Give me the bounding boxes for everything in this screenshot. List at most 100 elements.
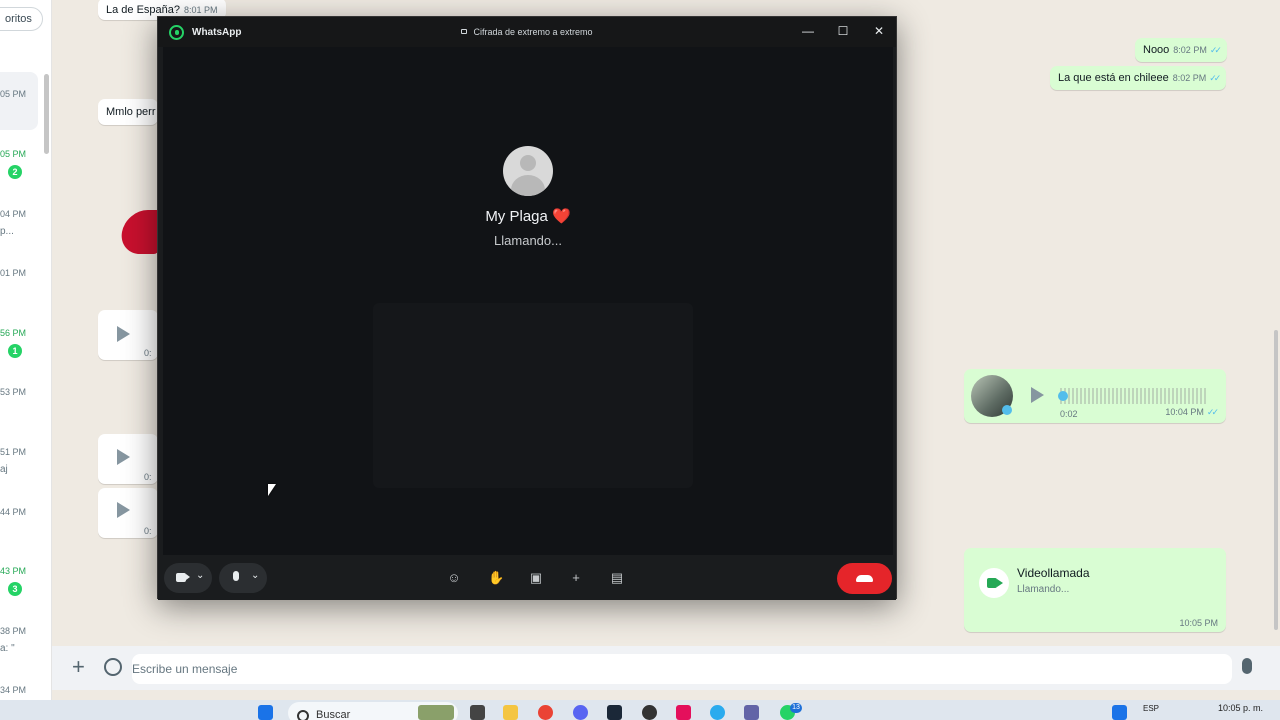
close-icon[interactable]: ✕ — [869, 21, 889, 41]
call-controls: ⌄ ⌄ ☺ ✋ ▣ + ▤ — [158, 557, 896, 600]
voice-waveform[interactable] — [1060, 388, 1208, 404]
incoming-audio-message[interactable]: 0: — [98, 434, 158, 484]
read-ticks-icon: ✓✓ — [1206, 407, 1219, 417]
camera-toggle-button[interactable]: ⌄ — [164, 563, 212, 593]
favorites-label: oritos — [5, 13, 32, 25]
message-text: La que está en chileee — [1058, 72, 1169, 84]
message-input[interactable]: Escribe un mensaje — [132, 654, 1232, 684]
message-time: 8:02 PM — [1172, 73, 1207, 83]
contact-avatar — [503, 146, 553, 196]
video-call-message[interactable]: Videollamada Llamando... 10:05 PM — [964, 548, 1226, 632]
discord-icon[interactable] — [573, 705, 588, 720]
call-status: Llamando... — [494, 233, 562, 248]
chevron-down-icon[interactable]: ⌄ — [196, 570, 204, 581]
chat-time: 51 PM — [0, 447, 27, 457]
chat-snippet: aj — [0, 464, 8, 475]
voice-record-icon[interactable] — [1242, 658, 1252, 674]
chat-time: 38 PM — [0, 626, 27, 636]
play-icon[interactable] — [117, 326, 130, 342]
incoming-message[interactable]: Mmlo perr — [98, 99, 158, 125]
outgoing-message[interactable]: La que está en chileee 8:02 PM ✓✓ — [1050, 66, 1227, 90]
mic-icon — [1002, 405, 1012, 415]
unread-badge: 3 — [8, 582, 22, 596]
favorites-filter[interactable]: oritos — [0, 7, 43, 31]
windows-taskbar: Buscar 13 ESP 10:05 p. m. — [0, 700, 1280, 720]
teams-icon[interactable] — [744, 705, 759, 720]
self-video-placeholder — [373, 303, 693, 488]
read-ticks-icon: ✓✓ — [1209, 73, 1221, 83]
audio-duration: 0: — [144, 526, 152, 536]
chat-time: 53 PM — [0, 387, 27, 397]
audio-duration: 0: — [144, 348, 152, 358]
message-text: Nooo — [1143, 44, 1170, 56]
chat-time: 05 PM — [0, 149, 27, 159]
chat-time: 34 PM — [0, 685, 27, 695]
maximize-icon[interactable]: ☐ — [833, 21, 853, 41]
end-call-button[interactable] — [837, 563, 892, 594]
keyboard-language[interactable]: ESP — [1143, 704, 1159, 713]
mic-toggle-button[interactable]: ⌄ — [219, 563, 267, 593]
chat-snippet: p... — [0, 226, 14, 237]
telegram-icon[interactable] — [710, 705, 725, 720]
reaction-emoji-icon[interactable]: ☺ — [447, 571, 461, 585]
file-explorer-icon[interactable] — [503, 705, 518, 720]
tiktok-icon[interactable] — [676, 705, 691, 720]
unread-badge: 1 — [8, 344, 22, 358]
mouse-cursor-icon — [268, 484, 276, 496]
voice-typing-icon[interactable] — [1112, 705, 1127, 720]
message-time: 8:01 PM — [184, 5, 218, 15]
chevron-down-icon[interactable]: ⌄ — [251, 570, 259, 581]
play-icon[interactable] — [117, 502, 130, 518]
camera-icon — [176, 573, 190, 582]
incoming-audio-message[interactable]: 0: — [98, 488, 158, 538]
call-window-titlebar[interactable]: WhatsApp Cifrada de extremo a extremo — … — [158, 17, 896, 47]
incoming-audio-message[interactable]: 0: — [98, 310, 158, 360]
message-time: 10:05 PM — [1179, 618, 1218, 628]
chrome-icon[interactable] — [538, 705, 553, 720]
message-input-placeholder: Escribe un mensaje — [132, 662, 238, 676]
steam-icon[interactable] — [607, 705, 622, 720]
unread-badge: 2 — [8, 165, 22, 179]
call-stage — [163, 47, 893, 555]
play-icon[interactable] — [117, 449, 130, 465]
chat-list: oritos 05 PM 05 PM 2 04 PM p... 01 PM 56… — [0, 0, 52, 700]
contact-name: My Plaga ❤️ — [485, 208, 571, 225]
task-view-icon[interactable] — [470, 705, 485, 720]
minimize-icon[interactable]: — — [798, 21, 818, 41]
video-call-title: Videollamada — [1017, 566, 1090, 580]
widgets-icon[interactable] — [418, 705, 454, 720]
raise-hand-icon[interactable]: ✋ — [488, 571, 504, 585]
message-time: 10:04 PM — [1165, 407, 1204, 417]
compose-bar: + Escribe un mensaje — [52, 646, 1280, 690]
conversation-scrollbar[interactable] — [1274, 330, 1278, 630]
chat-time: 04 PM — [0, 209, 27, 219]
message-time: 8:02 PM — [1173, 45, 1207, 55]
chat-time: 56 PM — [0, 328, 27, 338]
sticker-emoji-icon[interactable] — [104, 658, 122, 676]
windows-start-icon[interactable] — [258, 705, 273, 720]
call-chat-icon[interactable]: ▤ — [610, 571, 624, 585]
app-icon[interactable] — [642, 705, 657, 720]
screen-share-icon[interactable]: ▣ — [529, 571, 543, 585]
video-call-status: Llamando... — [1017, 584, 1070, 595]
encryption-notice: Cifrada de extremo a extremo — [158, 27, 896, 37]
voice-progress-knob[interactable] — [1058, 391, 1068, 401]
attach-plus-icon[interactable]: + — [72, 656, 85, 678]
whatsapp-taskbar-badge: 13 — [790, 703, 802, 713]
taskbar-clock[interactable]: 10:05 p. m. — [1218, 703, 1263, 713]
message-text: La de España? — [106, 4, 181, 16]
outgoing-message[interactable]: Nooo 8:02 PM ✓✓ — [1135, 38, 1227, 62]
chat-time: 05 PM — [0, 89, 27, 99]
outgoing-voice-message[interactable]: 0:02 10:04 PM ✓✓ — [964, 369, 1226, 423]
chat-list-item[interactable]: 34 PM — [0, 681, 51, 700]
add-participant-icon[interactable]: + — [569, 571, 583, 585]
message-text: Mmlo perr — [106, 106, 156, 118]
play-icon[interactable] — [1031, 387, 1044, 403]
lock-icon — [461, 29, 468, 34]
chat-time: 43 PM — [0, 566, 27, 576]
chat-time: 44 PM — [0, 507, 27, 517]
voice-duration: 0:02 — [1060, 409, 1078, 419]
video-call-icon — [979, 568, 1009, 598]
taskbar-search-label: Buscar — [316, 709, 351, 720]
microphone-icon — [233, 571, 239, 581]
